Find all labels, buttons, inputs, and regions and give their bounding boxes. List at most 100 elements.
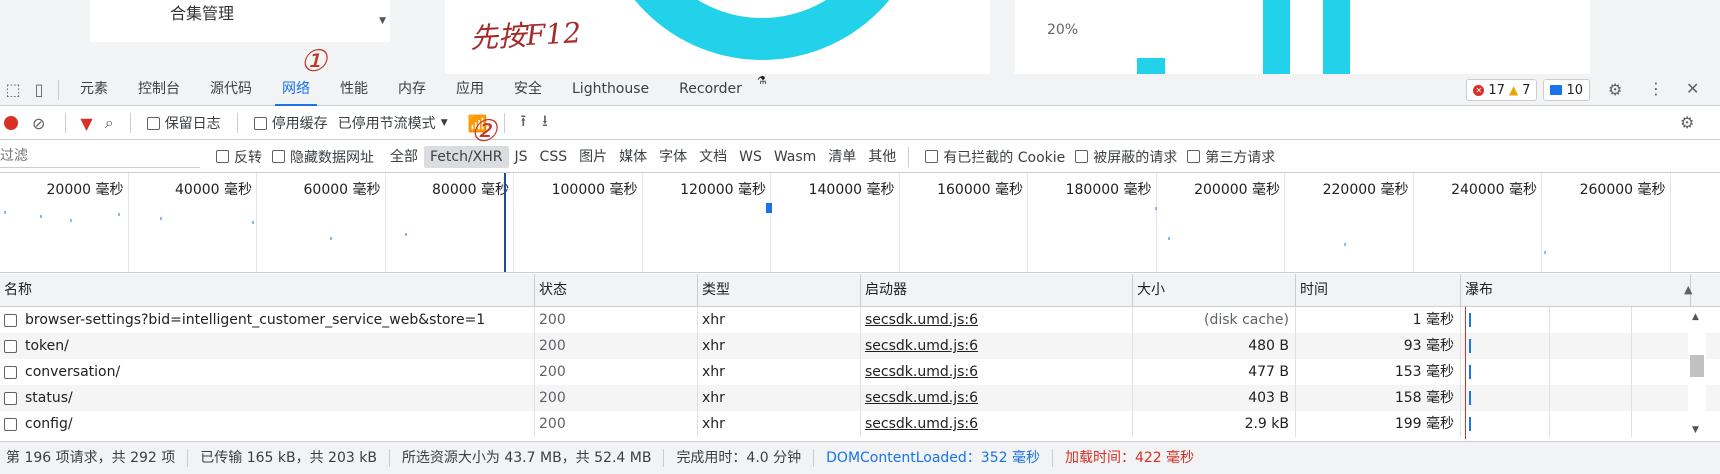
more-options-icon[interactable]: ⋮ <box>1648 79 1664 98</box>
scroll-down-icon[interactable]: ▼ <box>1692 425 1699 435</box>
cell-waterfall <box>1461 411 1691 437</box>
messages-counter-button[interactable]: 10 <box>1543 79 1590 101</box>
y-axis-tick-label: 20% <box>1047 22 1079 38</box>
checkbox-box <box>1075 150 1089 163</box>
timeline-marker[interactable] <box>504 173 506 272</box>
cell-initiator[interactable]: secsdk.umd.js:6 <box>861 307 1133 333</box>
filter-type-7[interactable]: 文档 <box>693 146 733 168</box>
row-checkbox[interactable] <box>4 365 17 379</box>
table-row[interactable]: token/200 xhr secsdk.umd.js:6 480 B 93 毫秒 <box>0 333 1720 359</box>
export-har-icon[interactable]: ⭳ <box>542 110 548 137</box>
cell-time: 158 毫秒 <box>1296 385 1461 411</box>
tab-6[interactable]: 应用 <box>441 74 499 105</box>
scroll-up-icon[interactable]: ▲ <box>1692 312 1699 322</box>
tab-2[interactable]: 源代码 <box>195 74 267 105</box>
filter-type-8[interactable]: WS <box>733 146 768 168</box>
filter-type-3[interactable]: CSS <box>534 146 574 168</box>
cell-type: xhr <box>698 411 861 437</box>
filter-type-5[interactable]: 媒体 <box>613 146 653 168</box>
inspect-element-icon[interactable]: ⬚ <box>0 80 26 99</box>
cell-time: 1 毫秒 <box>1296 307 1461 333</box>
filter-icon[interactable]: ▼ <box>80 114 92 133</box>
cell-size: 477 B <box>1133 359 1296 385</box>
close-devtools-icon[interactable]: ✕ <box>1686 79 1699 98</box>
table-scrollbar[interactable]: ▲ ▼ <box>1688 307 1706 439</box>
network-conditions-icon[interactable]: 📶 <box>468 114 488 133</box>
preserve-log-label: 保留日志 <box>164 116 221 132</box>
tab-0[interactable]: 元素 <box>65 74 123 105</box>
filter-type-1[interactable]: Fetch/XHR <box>424 145 509 168</box>
cell-time: 153 毫秒 <box>1296 359 1461 385</box>
request-dot <box>1155 207 1157 210</box>
row-checkbox[interactable] <box>4 417 17 431</box>
throttling-select[interactable]: 已停用节流模式 ▼ <box>338 113 448 133</box>
cell-initiator[interactable]: secsdk.umd.js:6 <box>861 385 1133 411</box>
import-har-icon[interactable]: ⭱ <box>521 110 527 137</box>
checkbox-box <box>925 150 939 163</box>
request-name: browser-settings?bid=intelligent_custome… <box>25 312 486 328</box>
row-checkbox[interactable] <box>4 313 17 327</box>
chart-bar <box>1137 58 1165 74</box>
tab-5[interactable]: 内存 <box>383 74 441 105</box>
filter-type-10[interactable]: 清单 <box>822 146 862 168</box>
filter-type-6[interactable]: 字体 <box>653 146 693 168</box>
finish-time: 完成用时：4.0 分钟 <box>664 449 815 467</box>
search-icon[interactable]: ⌕ <box>105 113 114 133</box>
settings-gear-icon[interactable]: ⚙ <box>1608 80 1622 99</box>
blocked-cookies-checkbox[interactable]: 有已拦截的 Cookie <box>925 147 1065 167</box>
row-checkbox[interactable] <box>4 391 17 405</box>
waterfall-bar <box>1469 365 1471 379</box>
invert-checkbox[interactable]: 反转 <box>216 147 262 167</box>
record-icon[interactable] <box>4 116 18 130</box>
issues-counter-button[interactable]: ✕ 17 ▲ 7 <box>1466 79 1538 101</box>
collection-select[interactable]: 合集管理 ▼ <box>90 0 390 42</box>
column-header-5[interactable]: 时间 <box>1296 274 1461 307</box>
preserve-log-checkbox[interactable]: 保留日志 <box>146 113 221 133</box>
tab-4[interactable]: 性能 <box>325 74 383 105</box>
cell-initiator[interactable]: secsdk.umd.js:6 <box>861 411 1133 437</box>
tab-3[interactable]: 网络 <box>267 74 325 106</box>
cell-name: browser-settings?bid=intelligent_custome… <box>0 307 535 333</box>
filter-type-9[interactable]: Wasm <box>768 146 822 168</box>
hide-data-urls-checkbox[interactable]: 隐藏数据网址 <box>272 147 374 167</box>
divider <box>129 113 131 133</box>
cell-initiator[interactable]: secsdk.umd.js:6 <box>861 333 1133 359</box>
device-toolbar-icon[interactable]: ▯ <box>26 80 52 99</box>
filter-type-0[interactable]: 全部 <box>384 146 424 168</box>
table-row[interactable]: status/200 xhr secsdk.umd.js:6 403 B 158 毫秒 <box>0 385 1720 411</box>
table-row[interactable]: config/200 xhr secsdk.umd.js:6 2.9 kB 199 毫秒 <box>0 411 1720 437</box>
column-header-4[interactable]: 大小 <box>1133 274 1296 307</box>
network-overview-timeline[interactable]: 20000 毫秒 40000 毫秒 60000 毫秒 80000 毫秒 100000 毫… <box>0 173 1720 273</box>
tab-7[interactable]: 安全 <box>499 74 557 105</box>
filter-type-4[interactable]: 图片 <box>573 146 613 168</box>
filter-type-11[interactable]: 其他 <box>862 146 902 168</box>
tab-9[interactable]: Recorder <box>664 74 757 105</box>
column-header-2[interactable]: 类型 <box>698 274 861 307</box>
network-settings-gear-icon[interactable]: ⚙ <box>1680 113 1694 132</box>
tab-8[interactable]: Lighthouse <box>557 74 664 105</box>
column-header-3[interactable]: 启动器 <box>861 274 1133 307</box>
clear-icon[interactable]: ⊘ <box>32 114 45 133</box>
scrollbar-thumb[interactable] <box>1690 355 1704 377</box>
disable-cache-checkbox[interactable]: 停用缓存 <box>253 113 328 133</box>
cell-waterfall <box>1461 333 1691 359</box>
blocked-requests-checkbox[interactable]: 被屏蔽的请求 <box>1075 147 1177 167</box>
tab-1[interactable]: 控制台 <box>123 74 195 105</box>
row-checkbox[interactable] <box>4 339 17 353</box>
third-party-checkbox[interactable]: 第三方请求 <box>1187 147 1275 167</box>
column-header-1[interactable]: 状态 <box>535 274 698 307</box>
table-row[interactable]: conversation/200 xhr secsdk.umd.js:6 477 B1… <box>0 359 1720 385</box>
cell-initiator[interactable]: secsdk.umd.js:6 <box>861 359 1133 385</box>
message-count: 10 <box>1566 82 1583 98</box>
request-dot <box>1544 251 1546 254</box>
timeline-tick-label: 140000 毫秒 <box>771 173 900 272</box>
column-header-6[interactable]: 瀑布 <box>1461 274 1691 307</box>
filter-input[interactable] <box>0 145 200 168</box>
cell-type: xhr <box>698 385 861 411</box>
sort-ascending-icon[interactable]: ▲ <box>1684 283 1692 296</box>
cell-size: 403 B <box>1133 385 1296 411</box>
column-header-0[interactable]: 名称 <box>0 274 535 307</box>
cell-type: xhr <box>698 333 861 359</box>
filter-type-2[interactable]: JS <box>509 146 534 168</box>
table-row[interactable]: browser-settings?bid=intelligent_custome… <box>0 307 1720 333</box>
